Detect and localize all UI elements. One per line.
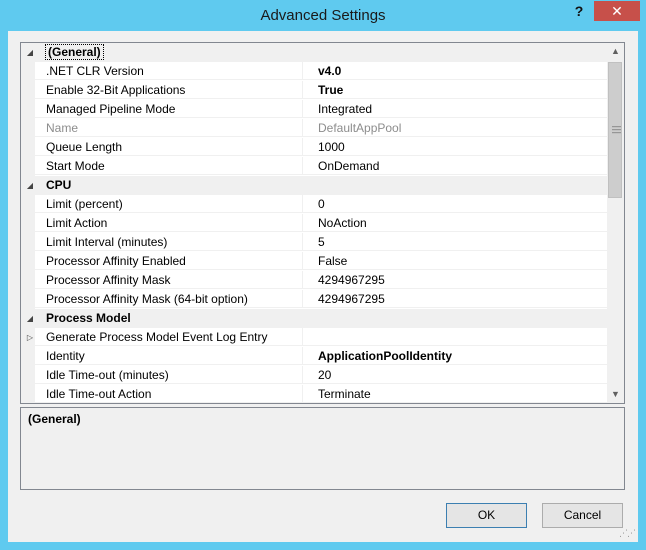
- property-row[interactable]: Enable 32-Bit Applications True: [21, 81, 608, 100]
- property-name: Limit (percent): [35, 195, 303, 213]
- row-gutter: [21, 214, 35, 233]
- property-value[interactable]: True: [303, 81, 608, 99]
- category-name: CPU: [46, 178, 72, 192]
- property-row[interactable]: Idle Time-out (minutes) 20: [21, 366, 608, 385]
- property-name: Queue Length: [35, 138, 303, 156]
- property-name: Processor Affinity Mask: [35, 271, 303, 289]
- property-value[interactable]: 4294967295: [303, 290, 608, 308]
- scroll-down-arrow-icon[interactable]: ▼: [607, 386, 624, 403]
- property-name: Identity: [35, 347, 303, 365]
- help-button[interactable]: ?: [566, 1, 592, 21]
- description-panel: (General): [20, 407, 625, 490]
- property-name: .NET CLR Version: [35, 62, 303, 80]
- vertical-scrollbar[interactable]: ▲ — — — ▼: [607, 43, 624, 403]
- category-row[interactable]: ◢ CPU: [21, 176, 608, 195]
- category-name: Process Model: [46, 311, 131, 325]
- property-row[interactable]: Processor Affinity Enabled False: [21, 252, 608, 271]
- property-row[interactable]: Start Mode OnDemand: [21, 157, 608, 176]
- property-row[interactable]: Name DefaultAppPool: [21, 119, 608, 138]
- row-gutter: [21, 385, 35, 403]
- collapse-triangle-icon[interactable]: ◢: [25, 309, 35, 328]
- property-row[interactable]: Processor Affinity Mask (64-bit option) 4…: [21, 290, 608, 309]
- property-row[interactable]: Limit Action NoAction: [21, 214, 608, 233]
- property-row[interactable]: Identity ApplicationPoolIdentity: [21, 347, 608, 366]
- row-gutter: [21, 252, 35, 271]
- category-row[interactable]: ◢ (General): [21, 43, 608, 62]
- property-row[interactable]: Processor Affinity Mask 4294967295: [21, 271, 608, 290]
- property-value[interactable]: 1000: [303, 138, 608, 156]
- close-button[interactable]: ✕: [594, 1, 640, 21]
- property-row[interactable]: Limit (percent) 0: [21, 195, 608, 214]
- property-value[interactable]: False: [303, 252, 608, 270]
- property-value[interactable]: Terminate: [303, 385, 608, 403]
- property-name: Limit Action: [35, 214, 303, 232]
- row-gutter: [21, 100, 35, 119]
- description-title: (General): [28, 412, 81, 426]
- property-value[interactable]: 4294967295: [303, 271, 608, 289]
- property-value[interactable]: NoAction: [303, 214, 608, 232]
- property-name: Start Mode: [35, 157, 303, 175]
- expand-triangle-icon[interactable]: ▷: [25, 328, 35, 347]
- property-name: Limit Interval (minutes): [35, 233, 303, 251]
- dialog-client-area: ◢ (General) .NET CLR Version v4.0 Enable 32-…: [8, 31, 638, 542]
- property-row[interactable]: Idle Time-out Action Terminate: [21, 385, 608, 403]
- property-value[interactable]: 5: [303, 233, 608, 251]
- row-gutter: [21, 271, 35, 290]
- property-name: Enable 32-Bit Applications: [35, 81, 303, 99]
- title-bar[interactable]: Advanced Settings ? ✕: [0, 0, 646, 30]
- property-row[interactable]: ▷ Generate Process Model Event Log Entry: [21, 328, 608, 347]
- row-gutter: [21, 119, 35, 138]
- row-gutter: [21, 62, 35, 81]
- property-value[interactable]: Integrated: [303, 100, 608, 118]
- row-gutter: [21, 233, 35, 252]
- property-name: Managed Pipeline Mode: [35, 100, 303, 118]
- property-name: Idle Time-out (minutes): [35, 366, 303, 384]
- property-value[interactable]: [303, 328, 608, 346]
- scroll-thumb[interactable]: — — —: [608, 62, 622, 198]
- property-row[interactable]: Queue Length 1000: [21, 138, 608, 157]
- collapse-triangle-icon[interactable]: ◢: [25, 43, 35, 62]
- property-name: Idle Time-out Action: [35, 385, 303, 403]
- selected-category-label: (General): [45, 44, 104, 60]
- property-value[interactable]: 0: [303, 195, 608, 213]
- property-value[interactable]: v4.0: [303, 62, 608, 80]
- category-name: (General): [35, 43, 303, 61]
- row-gutter: [21, 81, 35, 100]
- property-row[interactable]: .NET CLR Version v4.0: [21, 62, 608, 81]
- resize-grip-icon[interactable]: ⋰⋰: [619, 528, 636, 539]
- cancel-button[interactable]: Cancel: [542, 503, 623, 528]
- row-gutter: [21, 290, 35, 309]
- row-gutter: [21, 366, 35, 385]
- row-gutter: [21, 195, 35, 214]
- collapse-triangle-icon[interactable]: ◢: [25, 176, 35, 195]
- property-value: DefaultAppPool: [303, 119, 608, 137]
- scroll-up-arrow-icon[interactable]: ▲: [607, 43, 624, 60]
- window-title: Advanced Settings: [260, 7, 386, 24]
- row-gutter: [21, 157, 35, 176]
- property-value[interactable]: 20: [303, 366, 608, 384]
- property-value[interactable]: ApplicationPoolIdentity: [303, 347, 608, 365]
- grip-icon: — — —: [612, 121, 621, 137]
- property-grid: ◢ (General) .NET CLR Version v4.0 Enable 32-…: [20, 42, 625, 404]
- property-name: Generate Process Model Event Log Entry: [35, 328, 303, 346]
- property-row[interactable]: Limit Interval (minutes) 5: [21, 233, 608, 252]
- ok-button[interactable]: OK: [446, 503, 527, 528]
- row-gutter: [21, 347, 35, 366]
- property-row[interactable]: Managed Pipeline Mode Integrated: [21, 100, 608, 119]
- property-name: Name: [35, 119, 303, 137]
- property-rows: ◢ (General) .NET CLR Version v4.0 Enable 32-…: [21, 43, 608, 403]
- advanced-settings-window: Advanced Settings ? ✕ ◢ (General) .NET CLR…: [0, 0, 646, 550]
- property-value[interactable]: OnDemand: [303, 157, 608, 175]
- row-gutter: [21, 138, 35, 157]
- category-row[interactable]: ◢ Process Model: [21, 309, 608, 328]
- property-name: Processor Affinity Enabled: [35, 252, 303, 270]
- property-name: Processor Affinity Mask (64-bit option): [35, 290, 303, 308]
